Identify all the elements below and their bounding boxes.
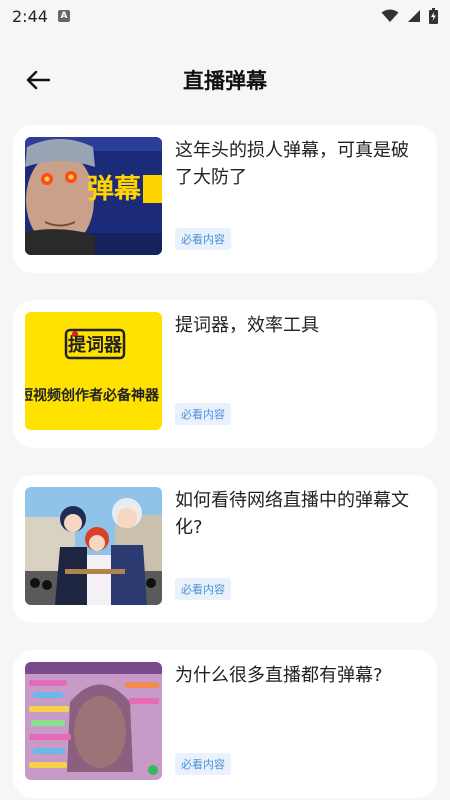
thumbnail-image [25,662,162,780]
article-title: 为什么很多直播都有弹幕? [175,665,383,686]
battery-icon [429,8,438,24]
article-card-4[interactable]: 为什么很多直播都有弹幕? 必看内容 [13,650,437,798]
must-read-tag: 必看内容 [175,578,231,600]
must-read-tag: 必看内容 [175,753,231,775]
thumbnail-image [25,487,162,605]
article-card-2[interactable]: 提词器 短视频创作者必备神器 提词器，效率工具 必看内容 [13,300,437,448]
notification-icon: A [57,10,70,22]
signal-icon [408,10,420,22]
thumbnail-image: 提词器 短视频创作者必备神器 [25,312,162,430]
article-card-1[interactable]: 弹幕 这年头的损人弹幕，可真是破了大防了 必看内容 [13,125,437,273]
thumbnail-caption: 短视频创作者必备神器 [25,387,160,404]
article-thumbnail[interactable] [25,662,162,780]
status-bar: 2:44 A [0,0,450,32]
article-title: 提词器，效率工具 [175,315,319,336]
must-read-tag: 必看内容 [175,403,231,425]
thumbnail-caption: 弹幕 [87,174,142,205]
thumbnail-image: 弹幕 [25,137,162,255]
status-time: 2:44 [12,6,48,26]
article-title: 这年头的损人弹幕，可真是破了大防了 [175,140,409,188]
thumbnail-logo-text: 提词器 [68,334,123,356]
article-thumbnail[interactable] [25,487,162,605]
wifi-icon [381,9,399,22]
article-thumbnail[interactable]: 提词器 短视频创作者必备神器 [25,312,162,430]
article-card-3[interactable]: 如何看待网络直播中的弹幕文化? 必看内容 [13,475,437,623]
page-title: 直播弹幕 [183,69,267,93]
article-title: 如何看待网络直播中的弹幕文化? [175,490,409,538]
page-header: 直播弹幕 [0,50,450,110]
must-read-tag: 必看内容 [175,228,231,250]
article-thumbnail[interactable]: 弹幕 [25,137,162,255]
